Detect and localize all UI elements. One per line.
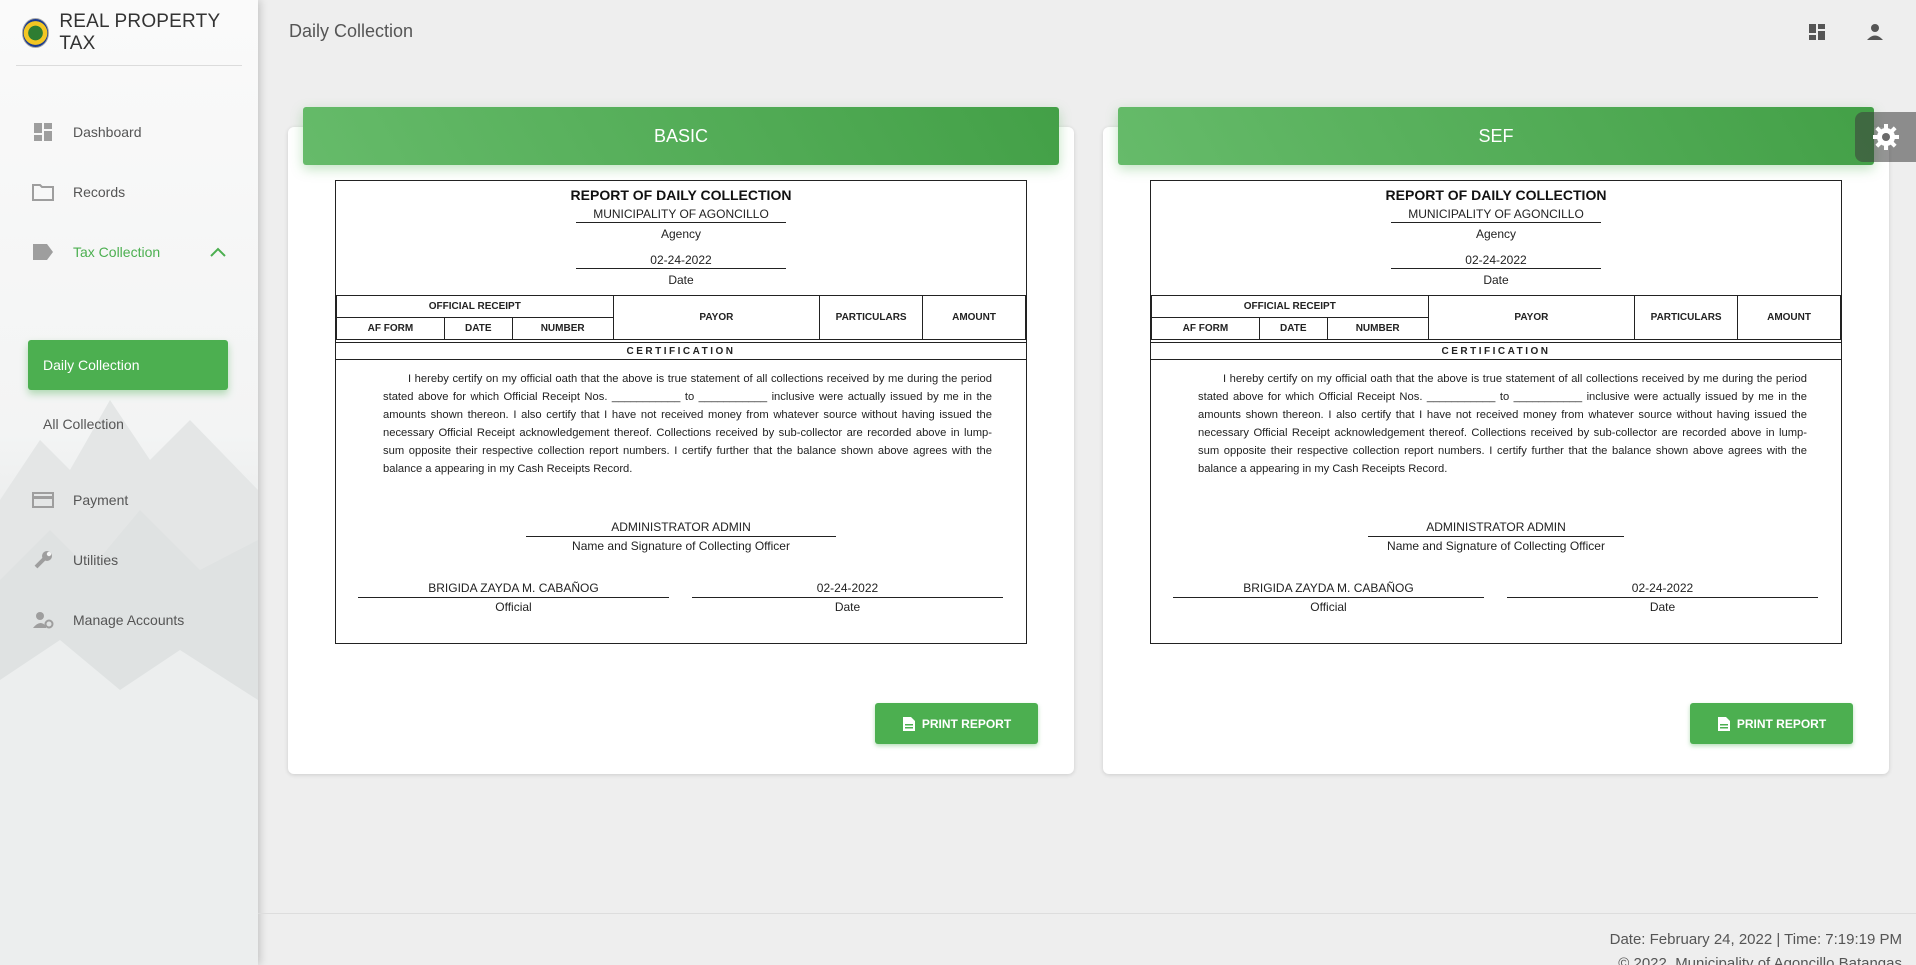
- sidebar-item-manage-accounts[interactable]: Manage Accounts: [0, 600, 258, 640]
- sidebar: REAL PROPERTY TAX Dashboard Records Tax …: [0, 0, 258, 965]
- sef-card: SEF REPORT OF DAILY COLLECTION MUNICIPAL…: [1103, 107, 1889, 774]
- sidebar-subitem-label: Daily Collection: [43, 357, 140, 373]
- document-icon: [902, 716, 915, 731]
- credit-card-icon: [32, 489, 54, 511]
- official-name: BRIGIDA ZAYDA M. CABAÑOG: [1173, 581, 1484, 598]
- print-report-button[interactable]: PRINT REPORT: [1690, 703, 1853, 744]
- municipality-name: MUNICIPALITY OF AGONCILLO: [1391, 207, 1601, 223]
- collecting-officer-caption: Name and Signature of Collecting Officer: [1387, 539, 1605, 553]
- label-icon: [32, 241, 54, 263]
- report-date-label: Date: [1483, 273, 1509, 287]
- certification-text: I hereby certify on my official oath tha…: [383, 373, 992, 475]
- sidebar-subitem-label: All Collection: [43, 416, 124, 432]
- table-header-official-receipt: OFFICIAL RECEIPT: [336, 295, 614, 318]
- wrench-icon: [32, 549, 54, 571]
- table-header-af-form: AF FORM: [336, 317, 445, 340]
- basic-card: BASIC REPORT OF DAILY COLLECTION MUNICIP…: [288, 107, 1074, 774]
- signature-date-caption: Date: [1649, 600, 1676, 614]
- sidebar-item-payment[interactable]: Payment: [0, 480, 258, 520]
- dashboard-icon: [32, 121, 54, 143]
- sidebar-item-utilities[interactable]: Utilities: [0, 540, 258, 580]
- signature-date: 02-24-2022: [1507, 581, 1818, 598]
- table-header-af-form: AF FORM: [1151, 317, 1260, 340]
- collection-table: OFFICIAL RECEIPT PAYOR PARTICULARS AMOUN…: [1151, 295, 1841, 340]
- chevron-up-icon[interactable]: [208, 242, 228, 262]
- certification-text: I hereby certify on my official oath tha…: [1198, 373, 1807, 475]
- sidebar-item-label: Dashboard: [73, 124, 142, 140]
- report-date-label: Date: [668, 273, 694, 287]
- footer-copyright: © 2022, Municipality of Agoncillo Batang…: [1618, 955, 1902, 965]
- collecting-officer-caption: Name and Signature of Collecting Officer: [572, 539, 790, 553]
- brand[interactable]: REAL PROPERTY TAX: [16, 0, 242, 66]
- table-header-amount: AMOUNT: [1737, 295, 1841, 340]
- document-icon: [1717, 716, 1730, 731]
- sidebar-item-dashboard[interactable]: Dashboard: [0, 112, 258, 152]
- dashboard-icon[interactable]: [1806, 21, 1828, 43]
- table-header-number: NUMBER: [1326, 317, 1429, 340]
- official-caption: Official: [495, 600, 532, 614]
- certification-heading: CERTIFICATION: [1151, 342, 1841, 360]
- print-report-button[interactable]: PRINT REPORT: [875, 703, 1038, 744]
- person-icon[interactable]: [1864, 21, 1886, 43]
- municipality-name: MUNICIPALITY OF AGONCILLO: [576, 207, 786, 223]
- table-header-date: DATE: [443, 317, 513, 340]
- sidebar-subitem-daily-collection[interactable]: Daily Collection: [28, 340, 228, 390]
- table-header-official-receipt: OFFICIAL RECEIPT: [1151, 295, 1429, 318]
- footer-divider: [258, 913, 1916, 914]
- page-title: Daily Collection: [289, 21, 414, 41]
- official-name: BRIGIDA ZAYDA M. CABAÑOG: [358, 581, 669, 598]
- table-header-particulars: PARTICULARS: [1634, 295, 1739, 340]
- collecting-officer-name: ADMINISTRATOR ADMIN: [1368, 520, 1624, 537]
- print-report-label: PRINT REPORT: [1736, 716, 1827, 731]
- table-header-payor: PAYOR: [1427, 295, 1636, 340]
- report-date: 02-24-2022: [1391, 253, 1601, 269]
- print-report-label: PRINT REPORT: [921, 716, 1012, 731]
- agency-label: Agency: [1475, 227, 1517, 241]
- table-header-date: DATE: [1258, 317, 1328, 340]
- settings-toggle[interactable]: [1855, 112, 1916, 162]
- daily-collection-report: REPORT OF DAILY COLLECTION MUNICIPALITY …: [1150, 180, 1842, 644]
- table-header-particulars: PARTICULARS: [819, 295, 924, 340]
- sidebar-item-label: Manage Accounts: [73, 612, 185, 628]
- table-header-number: NUMBER: [511, 317, 614, 340]
- municipality-seal-logo: [22, 17, 50, 48]
- sidebar-item-tax-collection[interactable]: Tax Collection: [0, 232, 258, 272]
- footer-datetime: Date: February 24, 2022 | Time: 7:19:19 …: [1609, 931, 1902, 948]
- agency-label: Agency: [660, 227, 702, 241]
- card-header: BASIC: [303, 107, 1059, 165]
- sidebar-background-image: [0, 400, 258, 965]
- folder-icon: [32, 181, 54, 203]
- daily-collection-report: REPORT OF DAILY COLLECTION MUNICIPALITY …: [335, 180, 1027, 644]
- gear-icon: [1872, 124, 1899, 150]
- official-caption: Official: [1310, 600, 1347, 614]
- table-header-amount: AMOUNT: [922, 295, 1026, 340]
- sidebar-item-label: Tax Collection: [73, 244, 161, 260]
- sidebar-item-records[interactable]: Records: [0, 172, 258, 212]
- app-title: REAL PROPERTY TAX: [59, 10, 220, 54]
- sidebar-item-label: Utilities: [73, 552, 119, 568]
- sidebar-item-label: Records: [73, 184, 126, 200]
- signature-date: 02-24-2022: [692, 581, 1003, 598]
- collecting-officer-name: ADMINISTRATOR ADMIN: [526, 520, 836, 537]
- sidebar-item-label: Payment: [73, 492, 129, 508]
- certification-heading: CERTIFICATION: [336, 342, 1026, 360]
- manage-accounts-icon: [32, 609, 54, 631]
- signature-date-caption: Date: [834, 600, 861, 614]
- report-title: REPORT OF DAILY COLLECTION: [570, 187, 792, 203]
- collection-table: OFFICIAL RECEIPT PAYOR PARTICULARS AMOUN…: [336, 295, 1026, 340]
- card-header: SEF: [1118, 107, 1874, 165]
- report-date: 02-24-2022: [576, 253, 786, 269]
- table-header-payor: PAYOR: [612, 295, 821, 340]
- sidebar-subitem-all-collection[interactable]: All Collection: [28, 399, 228, 449]
- report-title: REPORT OF DAILY COLLECTION: [1385, 187, 1607, 203]
